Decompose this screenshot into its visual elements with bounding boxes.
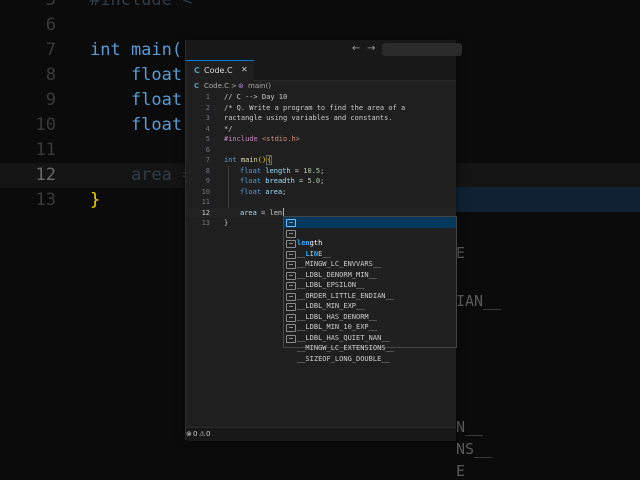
tab-code-c[interactable]: C Code.C ✕ bbox=[186, 60, 254, 81]
macro-icon bbox=[286, 313, 296, 322]
macro-icon bbox=[286, 250, 296, 259]
back-arrow-icon[interactable]: ← bbox=[352, 43, 360, 54]
code-line: 10 float area; bbox=[201, 187, 287, 196]
code-line: 1 // C --> Day 10 bbox=[205, 93, 288, 101]
suggestion-item[interactable]: __LINE__ bbox=[284, 228, 456, 258]
macro-icon bbox=[286, 261, 296, 269]
forward-arrow-icon[interactable]: → bbox=[367, 43, 375, 54]
symbol-icon: ⊛ bbox=[238, 82, 244, 90]
bg-fragment: IAN__ bbox=[456, 292, 502, 310]
code-line: 7 int main(){ bbox=[205, 155, 273, 165]
tab-bar: C Code.C ✕ bbox=[186, 60, 456, 81]
bg-fragment: E bbox=[456, 462, 466, 480]
c-file-icon: C bbox=[194, 82, 200, 90]
length-decl: float length = 10.5; bbox=[240, 166, 325, 175]
bg-fragment: N__ bbox=[456, 418, 484, 436]
title-bar: ← → bbox=[186, 40, 462, 60]
command-center-search[interactable] bbox=[382, 43, 462, 56]
warning-count[interactable]: 0 bbox=[206, 430, 210, 438]
code-line: 6 bbox=[205, 145, 210, 154]
macro-icon bbox=[286, 303, 296, 311]
area-decl: float area; bbox=[240, 187, 287, 196]
suggestion-widget: length __LINE__ __MINGW_LC_ENVVARS__ __L… bbox=[283, 216, 457, 363]
macro-icon bbox=[286, 324, 296, 332]
error-count[interactable]: 0 bbox=[193, 430, 197, 438]
macro-icon bbox=[286, 271, 296, 280]
code-line: 5 #include <stdio.h> bbox=[205, 135, 300, 143]
code-line: 9 float breadth = 5.0; bbox=[205, 177, 325, 185]
main-decl: int main(){ bbox=[224, 155, 273, 165]
suggestion-item[interactable]: __ORDER_LITTLE_ENDIAN__ bbox=[284, 270, 456, 300]
warning-icon[interactable]: ⚠ bbox=[199, 430, 205, 438]
tab-label: Code.C bbox=[204, 66, 233, 75]
include-line: #include <stdio.h> bbox=[224, 135, 300, 143]
suggestion-item[interactable]: __MINGW_LC_ENVVARS__ bbox=[284, 238, 456, 268]
macro-icon bbox=[286, 240, 296, 248]
close-icon[interactable]: ✕ bbox=[241, 65, 248, 74]
code-line: 11 bbox=[201, 198, 210, 206]
suggestion-item[interactable]: __SIZEOF_LONG_DOUBLE__ bbox=[284, 333, 456, 363]
bg-highlight bbox=[456, 187, 640, 212]
variable-icon bbox=[286, 219, 296, 227]
bg-fragment: E bbox=[456, 244, 466, 262]
suggestion-item[interactable]: __LDBL_DENORM_MIN__ bbox=[284, 249, 456, 279]
error-icon[interactable]: ⊗ bbox=[186, 430, 192, 438]
suggestion-item[interactable]: __LDBL_MIN_EXP__ bbox=[284, 280, 456, 310]
bg-line: 6 bbox=[45, 15, 56, 35]
macro-icon bbox=[286, 334, 296, 343]
breadcrumb-separator: > bbox=[231, 82, 237, 90]
breadcrumb-symbol[interactable]: main() bbox=[248, 82, 271, 90]
code-line: 3 ractangle using variables and constant… bbox=[205, 114, 393, 122]
suggestion-item[interactable]: __LDBL_EPSILON__ bbox=[284, 259, 456, 289]
breadth-decl: float breadth = 5.0; bbox=[240, 177, 325, 185]
code-line: 2 /* Q. Write a program to find the area… bbox=[205, 103, 406, 112]
suggestion-item[interactable]: __LDBL_MIN_10_EXP__ bbox=[284, 301, 456, 331]
area-assign: area = len bbox=[240, 208, 283, 217]
suggestion-item[interactable]: __LDBL_HAS_DENORM__ bbox=[284, 291, 456, 321]
macro-icon bbox=[286, 292, 296, 301]
c-file-icon: C bbox=[194, 66, 200, 75]
suggestion-item[interactable]: __LDBL_HAS_QUIET_NAN__ bbox=[284, 312, 456, 342]
suggestion-item[interactable]: length bbox=[284, 217, 456, 247]
code-line: 8 float length = 10.5; bbox=[205, 166, 325, 175]
suggestion-item[interactable]: __MINGW_LC_EXTENSIONS__ bbox=[284, 322, 456, 352]
status-bar: ⊗ 0 ⚠ 0 bbox=[186, 427, 456, 441]
macro-icon bbox=[286, 229, 296, 238]
code-line: 4 */ bbox=[205, 124, 233, 133]
breadcrumb-file[interactable]: Code.C bbox=[204, 82, 229, 90]
bg-fragment: NS__ bbox=[456, 440, 493, 458]
bg-line: 5 #include < bbox=[45, 0, 193, 10]
macro-icon bbox=[286, 282, 296, 290]
